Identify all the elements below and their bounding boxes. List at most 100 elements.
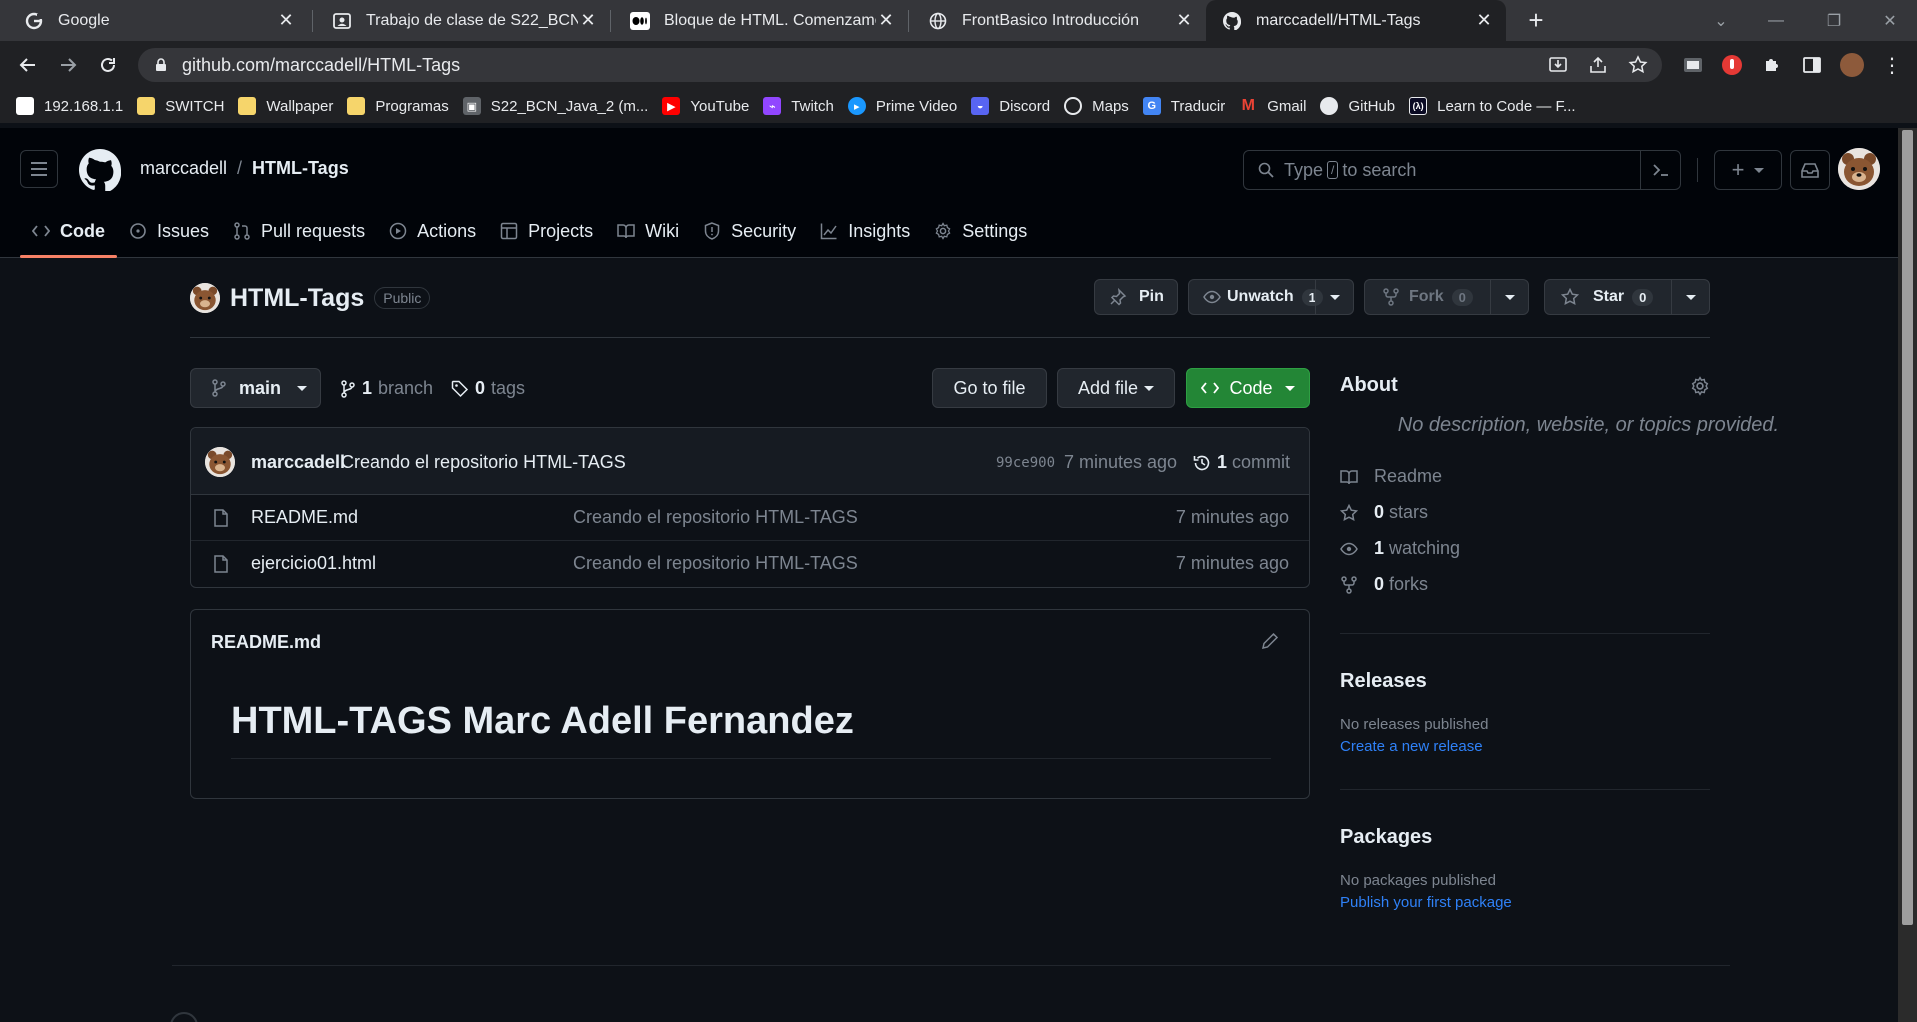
commit-author-avatar[interactable] [205,447,235,477]
tab-search-icon[interactable]: ⌄ [1695,0,1747,41]
fork-button[interactable]: Fork 0 [1364,279,1529,315]
bookmark-item[interactable]: (λ) Learn to Code — F... [1409,97,1576,115]
bookmark-item[interactable]: Programas [347,97,449,115]
extensions-puzzle-icon[interactable] [1760,53,1784,77]
close-icon[interactable]: ✕ [1174,10,1194,31]
profile-avatar-icon[interactable] [1840,53,1864,77]
fork-dropdown[interactable] [1490,280,1528,314]
add-file-button[interactable]: Add file [1057,368,1175,408]
forward-button[interactable] [52,49,84,81]
tab-settings[interactable]: Settings [922,204,1039,258]
tab-insights[interactable]: Insights [808,204,922,258]
tab-wiki[interactable]: Wiki [605,204,691,258]
file-commit-message[interactable]: Creando el repositorio HTML-TAGS [573,553,858,574]
browser-tab-frontbasico[interactable]: FrontBasico Introducción ✕ [912,0,1206,41]
file-commit-message[interactable]: Creando el repositorio HTML-TAGS [573,507,858,528]
tab-projects[interactable]: Projects [488,204,605,258]
hamburger-menu-button[interactable] [20,150,58,188]
page-scrollbar[interactable] [1898,128,1917,1022]
packages-heading[interactable]: Packages [1340,826,1432,849]
share-icon[interactable] [1588,55,1608,75]
bookmark-item[interactable]: SWITCH [137,97,224,115]
command-palette-icon[interactable] [1640,151,1680,189]
new-tab-button[interactable]: + [1520,4,1552,36]
file-name[interactable]: ejercicio01.html [251,553,376,574]
github-logo-icon[interactable] [79,149,121,191]
back-button[interactable] [12,49,44,81]
bookmark-star-icon[interactable] [1628,55,1648,75]
create-release-link[interactable]: Create a new release [1340,738,1483,755]
address-bar[interactable]: github.com/marccadell/HTML-Tags [138,48,1662,82]
tab-issues[interactable]: Issues [117,204,221,258]
minimize-icon[interactable]: — [1750,0,1802,41]
bookmark-item[interactable]: ▣ S22_BCN_Java_2 (m... [462,97,648,115]
tab-code[interactable]: Code [20,204,117,258]
readme-link[interactable]: Readme [1340,466,1442,487]
go-to-file-button[interactable]: Go to file [932,368,1047,408]
reload-button[interactable] [92,49,124,81]
commit-sha[interactable]: 99ce900 [996,455,1055,471]
bookmark-item[interactable]: ▶ YouTube [662,97,749,115]
commit-message[interactable]: Creando el repositorio HTML-TAGS [341,452,626,473]
bookmark-item[interactable]: ▸ Prime Video [847,97,957,115]
bookmark-item[interactable]: Wallpaper [238,97,333,115]
bookmark-item[interactable]: M Gmail [1239,97,1307,115]
tags-link[interactable]: 0 tags [451,378,525,399]
bookmark-item[interactable]: 192.168.1.1 [16,97,123,115]
browser-tab-github-active[interactable]: marccadell/HTML-Tags ✕ [1206,0,1506,41]
browser-tab-google[interactable]: Google ✕ [8,0,308,41]
publish-package-link[interactable]: Publish your first package [1340,894,1512,911]
repo-name[interactable]: HTML-Tags [230,284,364,313]
tab-actions[interactable]: Actions [377,204,488,258]
bookmark-item[interactable]: Maps [1064,97,1129,115]
file-name[interactable]: README.md [251,507,358,528]
branches-link[interactable]: 1 branch [340,378,433,399]
user-avatar[interactable] [1838,148,1880,190]
close-icon[interactable]: ✕ [1474,10,1494,31]
repo-link[interactable]: HTML-Tags [252,158,349,179]
tab-pull-requests[interactable]: Pull requests [221,204,377,258]
releases-heading[interactable]: Releases [1340,670,1427,693]
close-icon[interactable]: ✕ [578,10,598,31]
side-panel-icon[interactable] [1800,53,1824,77]
close-window-icon[interactable]: ✕ [1864,0,1916,41]
pin-button[interactable]: Pin [1094,279,1178,315]
file-row[interactable]: README.md Creando el repositorio HTML-TA… [191,495,1309,541]
search-input[interactable]: Type / to search [1243,150,1681,190]
owner-avatar[interactable] [190,283,220,313]
close-icon[interactable]: ✕ [276,10,296,31]
restore-icon[interactable]: ❐ [1808,0,1860,41]
star-dropdown[interactable] [1671,280,1709,314]
commit-history-link[interactable]: 1 commit [1193,452,1290,473]
kebab-menu-icon[interactable]: ⋮ [1880,53,1904,77]
install-app-icon[interactable] [1548,55,1568,75]
commit-author[interactable]: marccadell [251,452,345,473]
readme-filename[interactable]: README.md [211,632,321,653]
owner-link[interactable]: marccadell [140,158,227,179]
stars-link[interactable]: 0 stars [1340,502,1428,523]
code-button[interactable]: Code [1186,368,1310,408]
tab-security[interactable]: Security [691,204,808,258]
footer-github-logo-icon[interactable] [170,1012,198,1022]
create-new-button[interactable]: + [1714,150,1782,190]
watch-button[interactable]: Unwatch 1 [1188,279,1354,315]
file-row[interactable]: ejercicio01.html Creando el repositorio … [191,541,1309,587]
watch-dropdown[interactable] [1315,280,1353,314]
browser-tab-classroom[interactable]: Trabajo de clase de S22_BCN_Java_2 ✕ [316,0,610,41]
forks-link[interactable]: 0 forks [1340,574,1428,595]
gear-icon[interactable] [1690,376,1710,396]
cast-extension-icon[interactable] [1681,53,1705,77]
adblock-icon[interactable] [1720,53,1744,77]
pencil-icon[interactable] [1261,632,1279,650]
inbox-button[interactable] [1790,150,1830,190]
bookmark-item[interactable]: ◒ Discord [971,97,1050,115]
star-button[interactable]: Star 0 [1544,279,1710,315]
bookmark-item[interactable]: G Traducir [1142,97,1225,115]
close-icon[interactable]: ✕ [876,10,896,31]
bookmark-item[interactable]: ⌁ Twitch [763,97,834,115]
watchers-link[interactable]: 1 watching [1340,538,1460,559]
bookmark-item[interactable]: GitHub [1320,97,1395,115]
scrollbar-thumb[interactable] [1902,130,1913,925]
branch-selector-button[interactable]: main [190,368,321,408]
browser-tab-medium[interactable]: Bloque de HTML. Comenzamos con ✕ [614,0,908,41]
